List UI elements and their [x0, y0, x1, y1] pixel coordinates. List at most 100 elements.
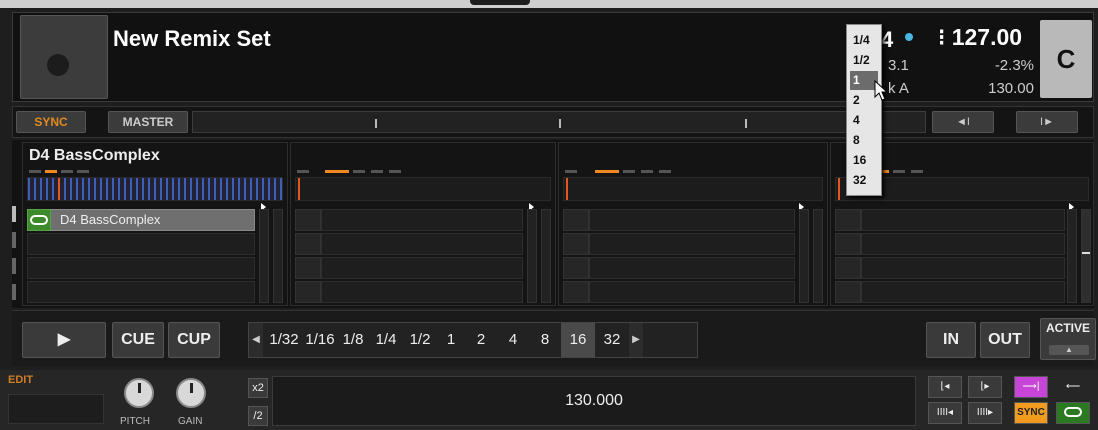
edit-box[interactable] — [8, 394, 104, 424]
slot-dash — [297, 170, 309, 173]
active-button[interactable]: ACTIVE ▲ — [1040, 318, 1096, 360]
slot-cell[interactable] — [321, 257, 523, 279]
slot-cell-icon[interactable] — [835, 257, 861, 279]
playhead — [838, 178, 840, 200]
slot-dash — [659, 170, 671, 173]
slot-cell[interactable] — [861, 281, 1065, 303]
slot-fader[interactable] — [273, 209, 283, 303]
slot-cell-icon[interactable] — [835, 281, 861, 303]
next-button[interactable]: I► — [1016, 111, 1078, 133]
slot-cell-active[interactable]: D4 BassComplex — [27, 209, 255, 231]
in-button[interactable]: IN — [926, 322, 976, 358]
nudge-left-button[interactable]: ⌊◂ — [928, 376, 962, 398]
slot-cell[interactable] — [589, 257, 795, 279]
nudge-right-button[interactable]: ⌊▸ — [968, 376, 1002, 398]
phase-meter — [192, 111, 926, 133]
dropdown-option[interactable]: 32 — [850, 171, 878, 190]
length-right-arrow-icon[interactable]: ▶ — [629, 323, 643, 357]
dropdown-option[interactable]: 1/4 — [850, 31, 878, 50]
slot-cell[interactable] — [861, 209, 1065, 231]
slot-cell-icon[interactable] — [835, 233, 861, 255]
length-option[interactable]: 1/8 — [337, 323, 369, 357]
slot-cell[interactable] — [321, 281, 523, 303]
out-button[interactable]: OUT — [980, 322, 1030, 358]
slot-dash — [565, 170, 577, 173]
length-option[interactable]: 1/32 — [265, 323, 303, 357]
slot-cell[interactable] — [589, 209, 795, 231]
length-option[interactable]: 2 — [465, 323, 497, 357]
bpm-field[interactable]: 130.000 — [272, 376, 916, 426]
slot-fader[interactable] — [1067, 209, 1077, 303]
slot-cell-icon[interactable] — [563, 233, 589, 255]
slot-cell[interactable] — [589, 233, 795, 255]
slot-cell[interactable] — [27, 281, 255, 303]
slot-cell-icon[interactable] — [835, 209, 861, 231]
slot-cell[interactable] — [321, 209, 523, 231]
cup-button[interactable]: CUP — [168, 322, 220, 358]
play-button[interactable]: ▶ — [22, 322, 106, 358]
slot-waveform[interactable] — [295, 177, 551, 201]
div2-button[interactable]: /2 — [248, 406, 268, 426]
pitch-percent: -2.3% — [994, 57, 1034, 74]
dropdown-option[interactable]: 1/2 — [850, 51, 878, 70]
dropdown-option[interactable]: 16 — [850, 151, 878, 170]
slot-cell-icon[interactable] — [295, 281, 321, 303]
slot-cell-icon[interactable] — [563, 281, 589, 303]
sync-small-button[interactable]: SYNC — [1014, 402, 1048, 424]
sync-button[interactable]: SYNC — [16, 111, 86, 133]
cue-button[interactable]: CUE — [112, 322, 164, 358]
slot-fader[interactable] — [799, 209, 809, 303]
length-option[interactable]: 4 — [497, 323, 529, 357]
dropdown-option[interactable]: 8 — [850, 131, 878, 150]
loop-move-icon[interactable]: ⟶| — [1014, 376, 1048, 398]
length-left-arrow-icon[interactable]: ◀ — [249, 323, 263, 357]
length-option[interactable]: 8 — [529, 323, 561, 357]
slot-cell[interactable] — [861, 257, 1065, 279]
slot-cell[interactable] — [27, 233, 255, 255]
dropdown-option[interactable]: 4 — [850, 111, 878, 130]
slot-waveform[interactable] — [27, 177, 283, 201]
gain-knob[interactable] — [176, 378, 206, 408]
slot-cell-icon[interactable] — [295, 233, 321, 255]
pitch-knob[interactable] — [124, 378, 154, 408]
loop-icon[interactable] — [1056, 402, 1090, 424]
prev-button[interactable]: ◄I — [932, 111, 994, 133]
back-arrow-icon[interactable]: ⟵ — [1056, 376, 1090, 398]
slot-cell[interactable] — [861, 233, 1065, 255]
length-option-selected[interactable]: 16 — [561, 323, 595, 357]
slot-cell[interactable] — [321, 233, 523, 255]
slot-cell[interactable] — [589, 281, 795, 303]
slot-dash — [29, 170, 41, 173]
slot-cell-icon[interactable] — [295, 209, 321, 231]
slot-cell-label: D4 BassComplex — [60, 212, 161, 227]
cover-art — [20, 15, 108, 99]
slot-fader[interactable] — [541, 209, 551, 303]
slot-waveform[interactable] — [563, 177, 823, 201]
slot-grip — [12, 232, 16, 248]
length-option[interactable]: 32 — [595, 323, 629, 357]
beatjump-back-button[interactable]: IIII◂ — [928, 402, 962, 424]
slot-dash — [389, 170, 401, 173]
deck-letter-button[interactable]: C — [1040, 20, 1092, 98]
slot-dash — [623, 170, 635, 173]
length-option[interactable]: 1 — [437, 323, 465, 357]
length-option[interactable]: 1/4 — [369, 323, 403, 357]
slot-cell-icon[interactable] — [295, 257, 321, 279]
fader-handle[interactable] — [1082, 252, 1090, 254]
beatjump-forward-button[interactable]: IIII▸ — [968, 402, 1002, 424]
length-dropdown: 1/4 1/2 1 2 4 8 16 32 — [846, 24, 882, 196]
slot-cell[interactable] — [27, 257, 255, 279]
slot-fader[interactable] — [259, 209, 269, 303]
slot-cell-icon[interactable] — [563, 209, 589, 231]
length-option[interactable]: 1/16 — [303, 323, 337, 357]
slot-fader[interactable] — [813, 209, 823, 303]
tempo-value: 130.00 — [988, 80, 1034, 97]
slot-fader[interactable] — [527, 209, 537, 303]
slot-dash — [641, 170, 653, 173]
playhead — [298, 178, 300, 200]
master-button[interactable]: MASTER — [108, 111, 188, 133]
slot-cell-icon[interactable] — [563, 257, 589, 279]
length-option[interactable]: 1/2 — [403, 323, 437, 357]
slot-fader[interactable] — [1081, 209, 1091, 303]
x2-button[interactable]: x2 — [248, 378, 268, 398]
